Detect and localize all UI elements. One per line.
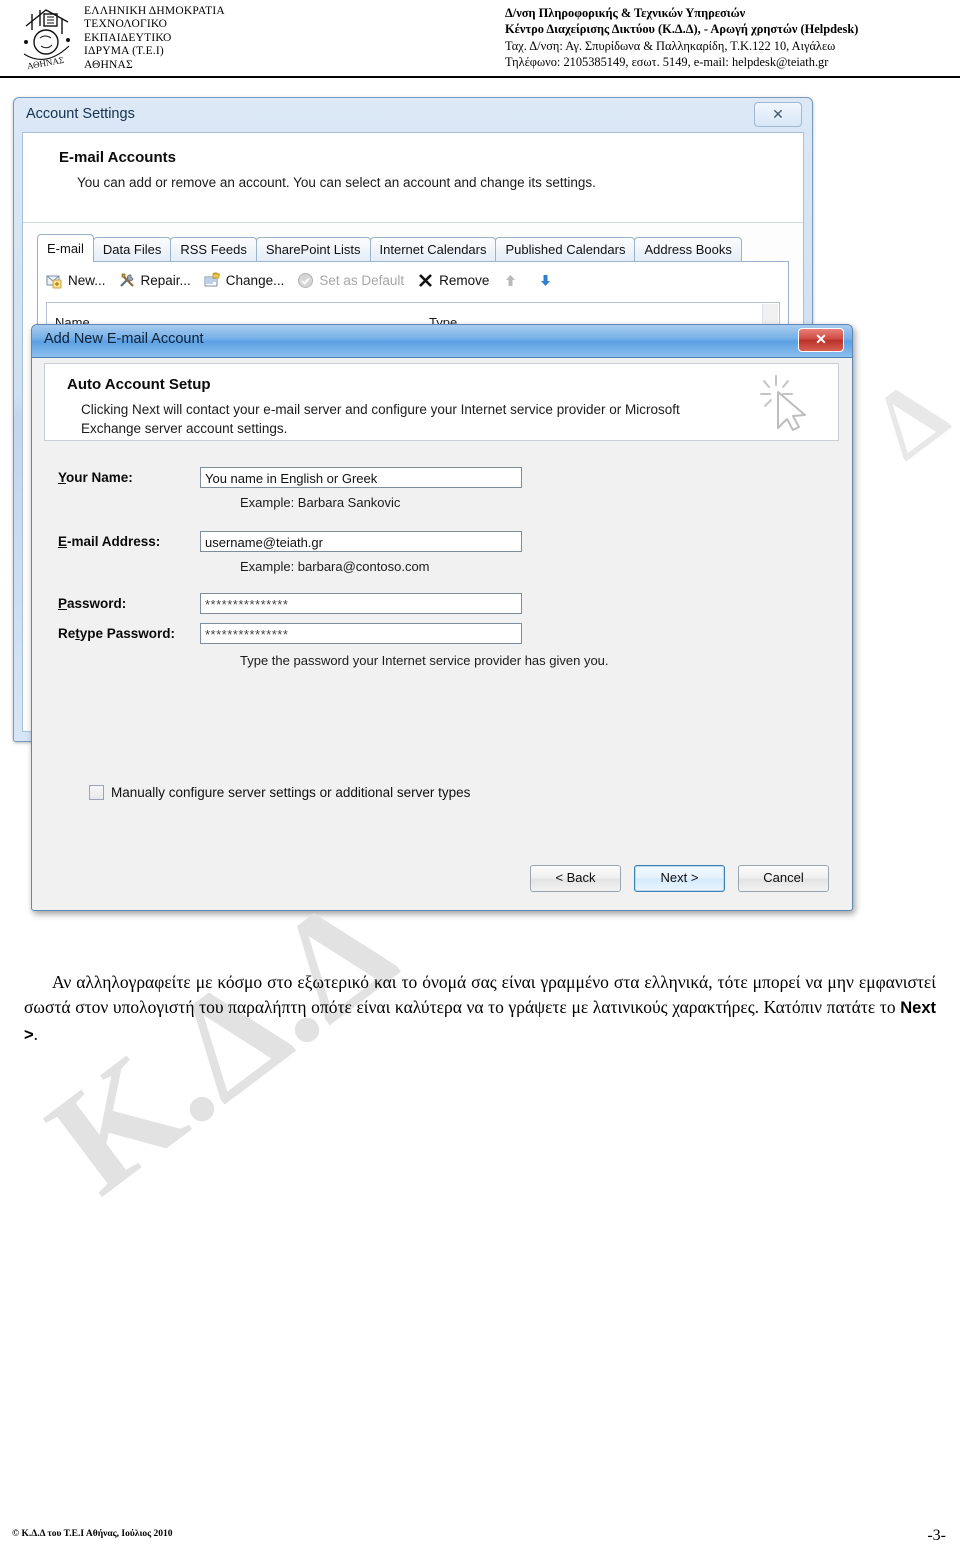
change-account-icon <box>204 271 221 289</box>
new-account-icon <box>46 272 63 289</box>
toolbar-set-as-default-button[interactable]: Set as Default <box>297 272 404 289</box>
email-address-input[interactable]: username@teiath.gr <box>200 531 522 552</box>
email-accounts-header-panel: E-mail Accounts You can add or remove an… <box>23 133 803 223</box>
dept-line-1: Δ/νση Πληροφορικής & Τεχνικών Υπηρεσιών <box>505 6 746 20</box>
watermark-secondary: Δ <box>853 357 960 480</box>
account-settings-titlebar: Account Settings ✕ <box>14 98 812 134</box>
letterhead: ΑΘΗΝΑΣ ΕΛΛΗΝΙΚΗ ΔΗΜΟΚΡΑΤΙΑ ΤΕΧΝΟΛΟΓΙΚΟ Ε… <box>0 0 960 78</box>
manual-configure-checkbox[interactable] <box>89 785 104 800</box>
page-title: E-mail Accounts <box>59 149 176 166</box>
footer-copyright: © Κ.Δ.Δ του Τ.Ε.Ι Αθήνας, Ιούλιος 2010 <box>12 1529 173 1539</box>
page-description: You can add or remove an account. You ca… <box>77 175 596 190</box>
password-label: Password: <box>58 596 127 611</box>
password-input[interactable]: *************** <box>200 593 522 614</box>
account-toolbar: New... Repair... Change... Set as Defaul… <box>38 262 788 298</box>
org-line-3: ΕΚΠΑΙΔΕΥΤΙΚΟ <box>84 31 172 44</box>
retype-password-label: Retype Password: <box>58 626 176 641</box>
add-new-email-account-dialog: Add New E-mail Account ✕ Auto Account Se… <box>31 324 853 911</box>
org-line-1: ΕΛΛΗΝΙΚΗ ΔΗΜΟΚΡΑΤΙΑ <box>84 5 225 17</box>
your-name-label: Your Name: <box>58 470 133 485</box>
toolbar-remove-button[interactable]: Remove <box>417 272 489 289</box>
email-address-row: E-mail Address: username@teiath.gr <box>58 531 522 552</box>
org-line-2: ΤΕΧΝΟΛΟΓΙΚΟ <box>84 18 168 31</box>
dept-address: Ταχ. Δ/νση: Αγ. Σπυρίδωνα & Παλληκαρίδη,… <box>505 38 836 53</box>
toolbar-new-label: New... <box>68 272 106 288</box>
manual-configure-label: Manually configure server settings or ad… <box>111 785 471 800</box>
screenshot-figure: Account Settings ✕ E-mail Accounts You c… <box>13 97 853 922</box>
toolbar-set-as-default-label: Set as Default <box>319 272 405 288</box>
tab-data-files[interactable]: Data Files <box>92 237 172 262</box>
tab-sharepoint-lists[interactable]: SharePoint Lists <box>255 237 371 262</box>
toolbar-repair-label: Repair... <box>140 272 191 288</box>
dept-line-2: Κέντρο Διαχείρισης Δικτύου (Κ.Δ.Δ), - Αρ… <box>505 22 859 37</box>
org-line-4: ΙΔΡΥΜΑ (Τ.Ε.Ι) <box>84 45 164 58</box>
set-default-check-icon <box>297 272 314 289</box>
move-down-arrow-icon <box>537 272 554 289</box>
dialog-button-bar: < Back Next > Cancel <box>44 856 839 900</box>
manual-configure-checkbox-row[interactable]: Manually configure server settings or ad… <box>89 785 470 800</box>
department-contact-block: Δ/νση Πληροφορικής & Τεχνικών Υπηρεσιών … <box>505 5 858 71</box>
tab-rss-feeds[interactable]: RSS Feeds <box>170 237 257 262</box>
retype-password-input[interactable]: *************** <box>200 623 522 644</box>
toolbar-move-down-button[interactable] <box>537 272 559 289</box>
toolbar-change-label: Change... <box>225 272 285 288</box>
email-address-hint: Example: barbara@contoso.com <box>240 559 430 574</box>
toolbar-change-button[interactable]: Change... <box>204 271 285 289</box>
remove-x-icon <box>417 272 434 289</box>
tab-internet-calendars[interactable]: Internet Calendars <box>369 237 497 262</box>
instruction-paragraph: Αν αλληλογραφείτε με κόσμο στο εξωτερικό… <box>24 970 936 1049</box>
banner-title: Auto Account Setup <box>67 376 211 393</box>
your-name-row: Your Name: You name in English or Greek <box>58 467 522 488</box>
cancel-button[interactable]: Cancel <box>738 864 829 892</box>
close-icon[interactable]: ✕ <box>754 102 802 127</box>
toolbar-repair-button[interactable]: Repair... <box>119 272 191 289</box>
tab-address-books[interactable]: Address Books <box>634 237 742 262</box>
account-setup-form: Your Name: You name in English or Greek … <box>44 443 839 839</box>
instruction-text-part1: Αν αλληλογραφείτε με κόσμο στο εξωτερικό… <box>24 971 936 1018</box>
org-line-5: ΑΘΗΝΑΣ <box>84 58 133 71</box>
tab-published-calendars[interactable]: Published Calendars <box>495 237 636 262</box>
password-row: Password: *************** <box>58 593 522 614</box>
tei-athens-logo-icon: ΑΘΗΝΑΣ <box>16 4 78 72</box>
move-up-arrow-icon <box>502 272 519 289</box>
sparkle-cursor-icon <box>758 372 816 434</box>
close-icon[interactable]: ✕ <box>798 328 844 352</box>
email-address-label: E-mail Address: <box>58 534 161 549</box>
add-account-title: Add New E-mail Account <box>44 331 204 347</box>
organization-name-block: ΕΛΛΗΝΙΚΗ ΔΗΜΟΚΡΑΤΙΑ ΤΕΧΝΟΛΟΓΙΚΟ ΕΚΠΑΙΔΕΥ… <box>84 5 225 72</box>
toolbar-move-up-button[interactable] <box>502 272 524 289</box>
toolbar-remove-label: Remove <box>439 272 490 288</box>
your-name-hint: Example: Barbara Sankovic <box>240 495 401 510</box>
account-settings-tabs: E-mail Data Files RSS Feeds SharePoint L… <box>37 234 742 262</box>
password-hint: Type the password your Internet service … <box>240 653 609 668</box>
next-button[interactable]: Next > <box>634 864 725 892</box>
footer-page-number: -3- <box>927 1527 946 1544</box>
back-button[interactable]: < Back <box>530 864 621 892</box>
account-settings-title: Account Settings <box>26 106 135 122</box>
repair-tools-icon <box>119 272 136 289</box>
banner-description: Clicking Next will contact your e-mail s… <box>81 402 680 436</box>
toolbar-new-button[interactable]: New... <box>46 272 106 289</box>
page-footer: © Κ.Δ.Δ του Τ.Ε.Ι Αθήνας, Ιούλιος 2010 -… <box>0 1527 960 1549</box>
accounts-list-header: Name Type <box>47 303 779 330</box>
dept-phone-email: Τηλέφωνο: 2105385149, εσωτ. 5149, e-mail… <box>505 55 829 70</box>
instruction-text-part2: . <box>33 1023 39 1044</box>
auto-account-setup-banner: Auto Account Setup Clicking Next will co… <box>44 363 839 441</box>
add-account-titlebar: Add New E-mail Account ✕ <box>32 325 852 358</box>
your-name-input[interactable]: You name in English or Greek <box>200 467 522 488</box>
retype-password-row: Retype Password: *************** <box>58 623 522 644</box>
tab-email[interactable]: E-mail <box>37 234 94 262</box>
